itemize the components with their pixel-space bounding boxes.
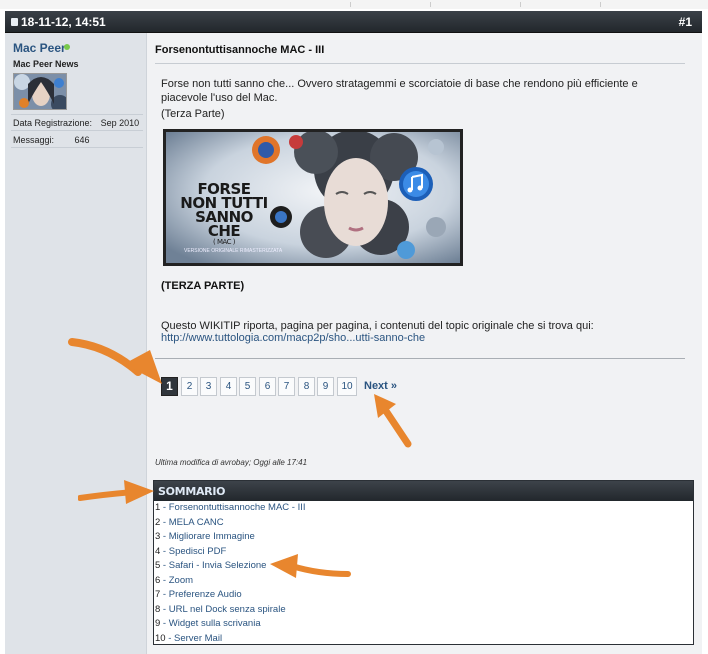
banner-image: FORSE NON TUTTI SANNO CHE ( MAC ) VERSIO… (163, 129, 463, 266)
messages-value: 646 (74, 135, 90, 145)
page-2-button[interactable]: 2 (181, 377, 198, 396)
registration-label: Data Registrazione: (13, 118, 93, 128)
page-10-button[interactable]: 10 (337, 377, 357, 396)
messages-label: Messaggi: (13, 135, 55, 145)
banner-subtitle: VERSIONE ORIGINALE RIMASTERIZZATA (184, 248, 283, 254)
sommario-item[interactable]: 8 - URL nel Dock senza spirale (155, 604, 306, 619)
source-link[interactable]: http://www.tuttologia.com/macp2p/sho...u… (161, 332, 425, 344)
wikitip-text: Questo WIKITIP riporta, pagina per pagin… (161, 320, 594, 332)
intro-paragraph: Forse non tutti sanno che... Ovvero stra… (161, 78, 638, 104)
post-number-link[interactable]: #1 (679, 15, 692, 29)
part-note: (Terza Parte) (161, 108, 225, 120)
page-4-button[interactable]: 4 (220, 377, 237, 396)
sommario-box: SOMMARIO 1 - Forsenontuttisannoche MAC -… (153, 480, 694, 645)
post-header: 18-11-12, 14:51 #1 (5, 11, 702, 33)
sommario-header: SOMMARIO (154, 481, 693, 501)
sommario-item[interactable]: 9 - Widget sulla scrivania (155, 618, 306, 633)
sommario-item[interactable]: 3 - Migliorare Immagine (155, 531, 306, 546)
username-link[interactable]: Mac Peer (13, 41, 66, 55)
page-9-button[interactable]: 9 (317, 377, 334, 396)
avatar[interactable] (13, 73, 67, 110)
top-strip (0, 0, 708, 9)
section-heading: (TERZA PARTE) (161, 280, 245, 292)
user-title: Mac Peer News (13, 59, 79, 69)
next-page-link[interactable]: Next » (364, 380, 397, 392)
sommario-title: SOMMARIO (158, 485, 226, 498)
annotation-arrow-next (374, 394, 412, 448)
content-divider (155, 358, 685, 359)
registration-value: Sep 2010 (100, 118, 140, 128)
title-divider (155, 63, 685, 64)
annotation-arrow-safari-item (270, 554, 351, 578)
sommario-item[interactable]: 7 - Preferenze Audio (155, 589, 306, 604)
post-date: 18-11-12, 14:51 (21, 15, 106, 29)
page-7-button[interactable]: 7 (278, 377, 295, 396)
post-title: Forsenontuttisannoche MAC - III (155, 44, 325, 56)
annotation-arrow-pagination (68, 338, 162, 384)
document-icon (11, 18, 18, 26)
page-3-button[interactable]: 3 (200, 377, 217, 396)
banner-title: FORSE NON TUTTI SANNO CHE ( MAC ) (180, 180, 268, 247)
annotation-arrow-sommario (78, 480, 154, 504)
sommario-item[interactable]: 2 - MELA CANC (155, 517, 306, 532)
sommario-item[interactable]: 10 - Server Mail (155, 633, 306, 648)
page-6-button[interactable]: 6 (259, 377, 276, 396)
post-content: Forsenontuttisannoche MAC - III Forse no… (147, 33, 702, 654)
online-status-icon (64, 44, 70, 50)
sommario-item[interactable]: 1 - Forsenontuttisannoche MAC - III (155, 502, 306, 517)
page-5-button[interactable]: 5 (239, 377, 256, 396)
page-8-button[interactable]: 8 (298, 377, 315, 396)
edit-note: Ultima modifica di avrobay; Oggi alle 17… (155, 458, 308, 467)
